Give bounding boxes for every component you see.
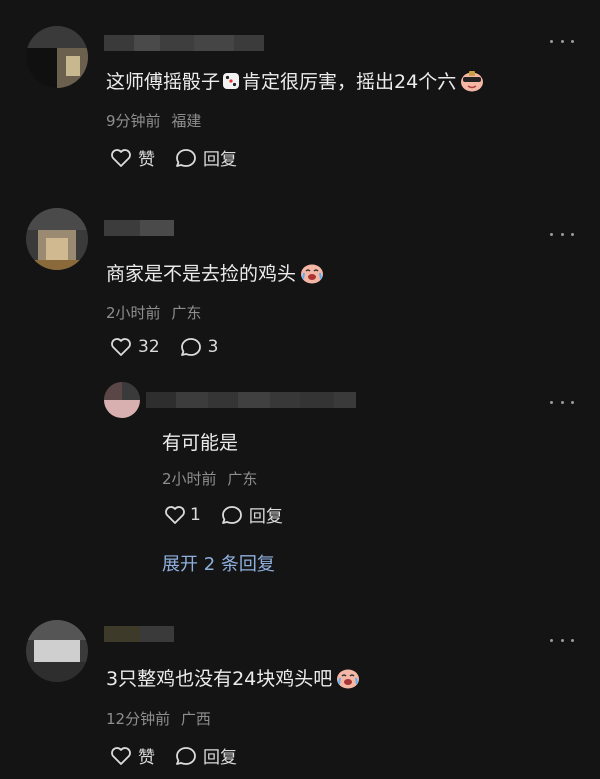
comment-text: 3只整鸡也没有24块鸡头吧 xyxy=(106,664,360,691)
reply-item: 有可能是 2小时前 广东 1 回复 展开 2 条回复 xyxy=(0,370,600,600)
comment-text: 商家是不是去捡的鸡头 xyxy=(106,259,324,286)
more-options-button[interactable] xyxy=(550,228,574,240)
avatar[interactable] xyxy=(104,382,140,418)
comment-meta: 9分钟前 福建 xyxy=(106,110,201,131)
more-options-button[interactable] xyxy=(550,396,574,408)
comment-item: 商家是不是去捡的鸡头 2小时前 广东 32 3 xyxy=(0,190,600,370)
location: 广东 xyxy=(171,304,202,322)
like-button[interactable]: 1 xyxy=(164,505,201,525)
username-redacted[interactable] xyxy=(104,626,174,642)
like-label: 赞 xyxy=(138,748,155,768)
comment-actions: 赞 回复 xyxy=(110,743,237,768)
dice-icon xyxy=(223,72,240,89)
location: 广东 xyxy=(227,470,258,488)
comment-text: 这师傅摇骰子 肯定很厉害，摇出24个六 xyxy=(106,67,484,94)
reply-label: 回复 xyxy=(248,507,283,527)
speech-bubble-icon xyxy=(221,505,242,524)
comment-meta: 12分钟前 广西 xyxy=(106,708,211,729)
comment-actions: 32 3 xyxy=(110,337,218,357)
timestamp: 2小时前 xyxy=(106,304,161,322)
reply-button[interactable]: 回复 xyxy=(221,502,283,527)
cool-face-emoji xyxy=(461,70,484,91)
reply-button[interactable]: 3 xyxy=(180,337,219,357)
timestamp: 12分钟前 xyxy=(106,710,171,728)
comment-actions: 赞 回复 xyxy=(110,145,237,170)
heart-outline-icon xyxy=(111,338,131,356)
avatar[interactable] xyxy=(26,208,88,270)
reply-button[interactable]: 回复 xyxy=(175,145,237,170)
like-count: 1 xyxy=(190,504,201,525)
more-dots-icon xyxy=(550,232,553,236)
comment-meta: 2小时前 广东 xyxy=(162,468,257,489)
speech-bubble-icon xyxy=(176,148,196,167)
comment-item: 这师傅摇骰子 肯定很厉害，摇出24个六 9分钟前 福建 赞 回复 xyxy=(0,0,600,190)
like-button[interactable]: 32 xyxy=(110,337,160,357)
comment-item: 3只整鸡也没有24块鸡头吧 12分钟前 广西 赞 回复 xyxy=(0,600,600,779)
crying-laugh-emoji xyxy=(301,264,324,283)
reply-count: 3 xyxy=(207,337,219,357)
timestamp: 9分钟前 xyxy=(106,112,161,130)
avatar[interactable] xyxy=(26,620,88,682)
comment-text: 有可能是 xyxy=(162,432,239,454)
location: 福建 xyxy=(171,112,202,130)
avatar[interactable] xyxy=(26,26,88,88)
comment-meta: 2小时前 广东 xyxy=(106,302,201,323)
more-dots-icon xyxy=(550,400,553,404)
more-options-button[interactable] xyxy=(550,634,574,646)
username-redacted[interactable] xyxy=(104,220,174,236)
like-count: 32 xyxy=(138,337,160,357)
location: 广西 xyxy=(180,710,211,728)
username-redacted[interactable] xyxy=(146,392,356,408)
expand-replies-link[interactable]: 展开 2 条回复 xyxy=(162,550,275,576)
reply-button[interactable]: 回复 xyxy=(175,743,237,768)
heart-outline-icon xyxy=(165,505,185,524)
reply-label: 回复 xyxy=(203,748,237,768)
more-dots-icon xyxy=(550,39,553,43)
more-dots-icon xyxy=(550,638,553,642)
username-redacted[interactable] xyxy=(104,35,264,51)
like-button[interactable]: 赞 xyxy=(110,743,155,768)
heart-outline-icon xyxy=(111,148,131,167)
timestamp: 2小时前 xyxy=(162,470,217,488)
crying-laugh-emoji xyxy=(337,669,360,688)
more-options-button[interactable] xyxy=(550,35,574,47)
heart-outline-icon xyxy=(111,746,131,765)
like-label: 赞 xyxy=(138,150,155,170)
speech-bubble-icon xyxy=(180,338,201,356)
like-button[interactable]: 赞 xyxy=(110,145,155,170)
speech-bubble-icon xyxy=(176,746,196,765)
comment-actions: 1 回复 xyxy=(164,502,283,527)
reply-label: 回复 xyxy=(203,150,237,170)
